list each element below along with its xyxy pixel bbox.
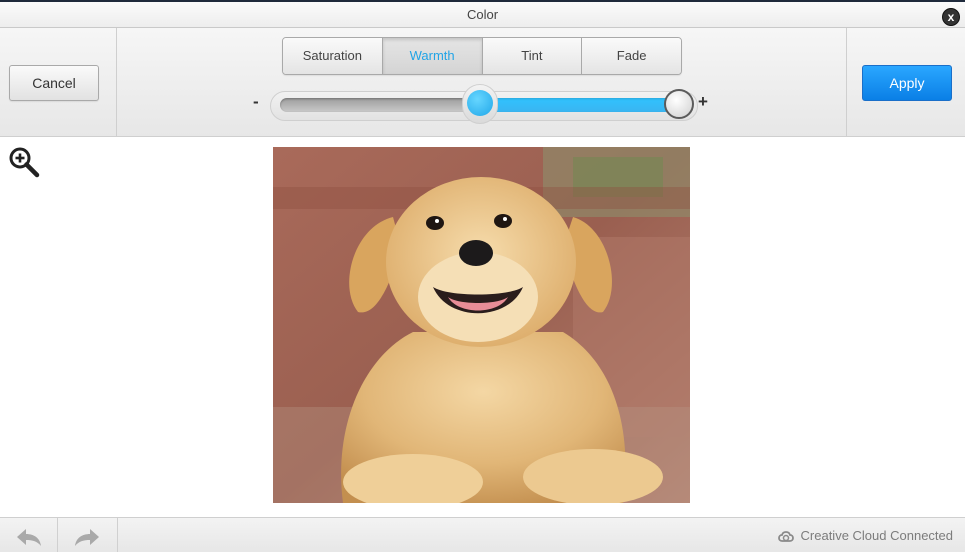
warmth-slider-fill (482, 98, 685, 112)
tab-tint[interactable]: Tint (482, 38, 583, 74)
image-canvas (0, 138, 965, 517)
slider-center-marker (467, 90, 493, 116)
cancel-button[interactable]: Cancel (9, 65, 99, 101)
toolbar-divider (846, 28, 847, 137)
redo-icon (75, 529, 99, 546)
bottom-bar: Creative Cloud Connected (0, 517, 965, 552)
color-editor-window: Color x Cancel Saturation Warmth Tint Fa… (0, 0, 965, 552)
puppy-photo (273, 147, 690, 503)
zoom-in-icon[interactable] (8, 146, 40, 178)
creative-cloud-status: Creative Cloud Connected (777, 528, 953, 543)
tab-fade[interactable]: Fade (582, 38, 681, 74)
slider-minus-label: - (253, 92, 259, 111)
warmth-slider-handle[interactable] (664, 89, 694, 119)
window-title: Color (466, 7, 499, 22)
adjustment-tabs: Saturation Warmth Tint Fade (282, 37, 682, 75)
close-icon[interactable]: x (942, 8, 960, 26)
tab-saturation[interactable]: Saturation (283, 38, 383, 74)
slider-plus-label: + (698, 92, 708, 111)
redo-button[interactable] (58, 518, 118, 552)
title-bar: Color x (0, 2, 965, 28)
undo-icon (17, 529, 41, 546)
adjustment-toolbar: Cancel Saturation Warmth Tint Fade - + A… (0, 28, 965, 137)
toolbar-divider (116, 28, 117, 137)
creative-cloud-status-label: Creative Cloud Connected (800, 528, 953, 543)
creative-cloud-icon (777, 530, 794, 542)
undo-button[interactable] (0, 518, 58, 552)
tab-warmth[interactable]: Warmth (382, 38, 483, 74)
apply-button[interactable]: Apply (862, 65, 952, 101)
